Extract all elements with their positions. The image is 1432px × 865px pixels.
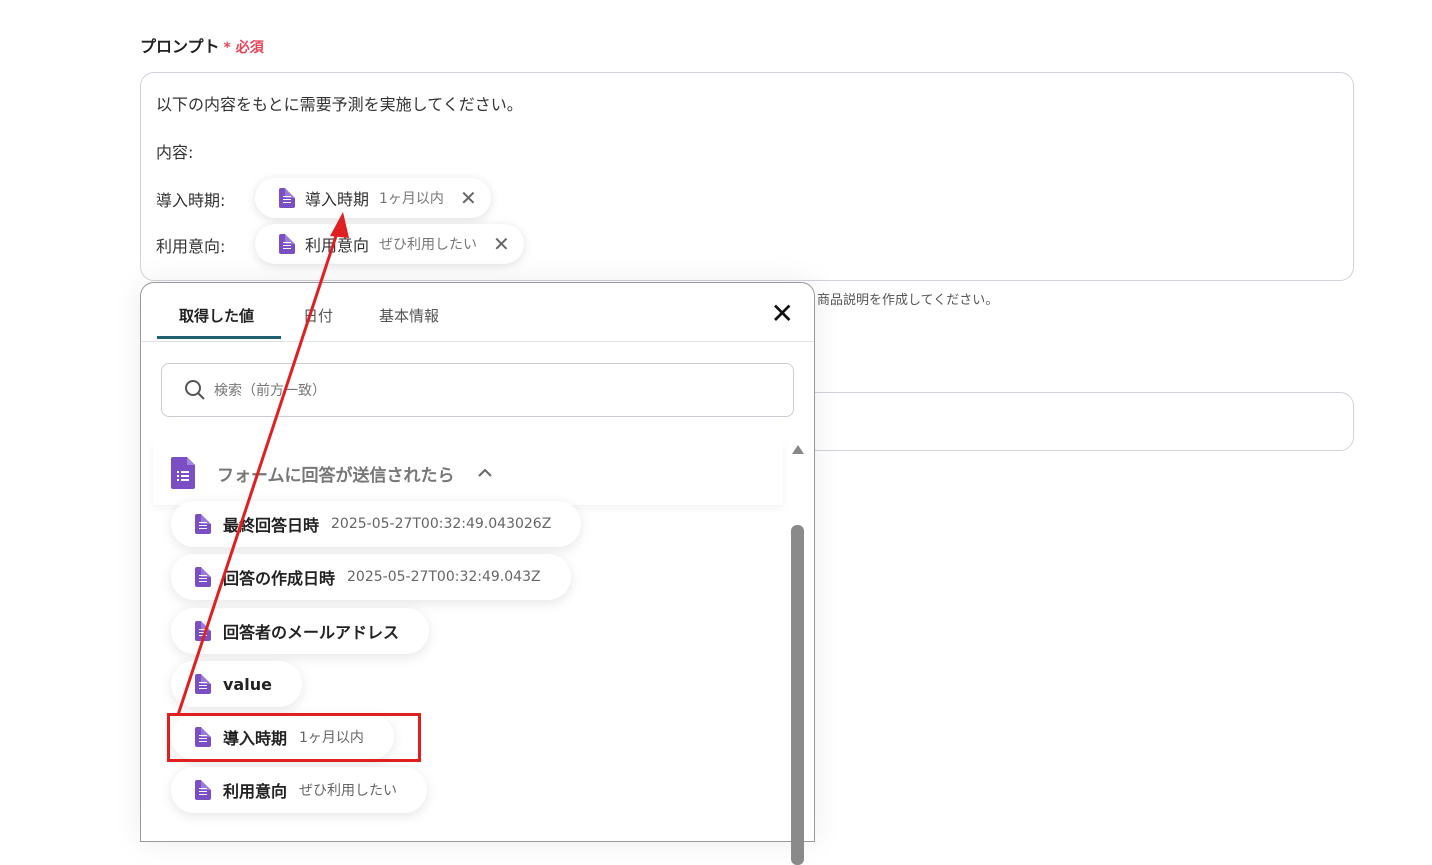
annotation-arrow xyxy=(176,212,349,716)
